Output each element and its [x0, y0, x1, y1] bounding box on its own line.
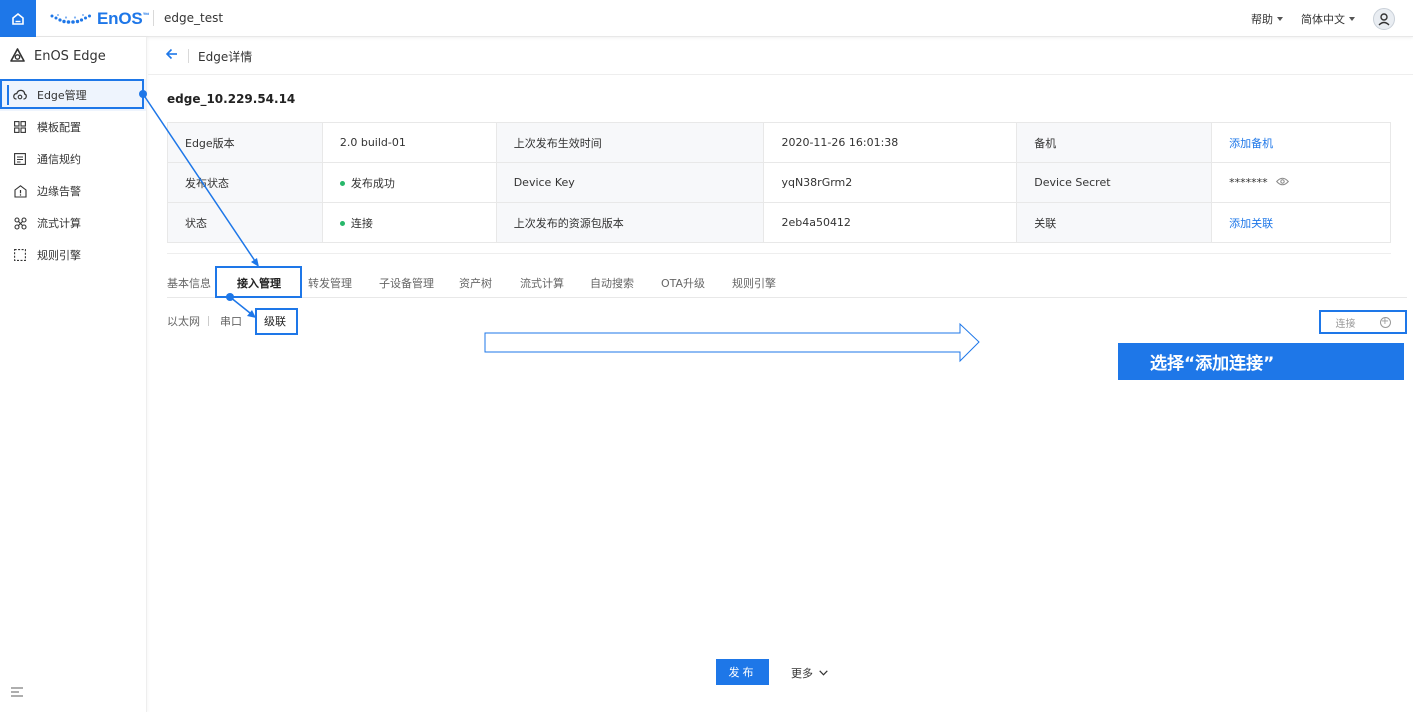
divider: [188, 49, 189, 63]
device-name: edge_10.229.54.14: [167, 92, 296, 106]
resource-version-label: 上次发布的资源包版本: [495, 202, 765, 243]
tab-ota-upgrade[interactable]: OTA升级: [661, 275, 705, 291]
tab-basic-info[interactable]: 基本信息: [167, 275, 211, 291]
publish-status-cell: 发布成功: [321, 162, 497, 203]
sidebar-item-label: 边缘告警: [37, 185, 81, 198]
more-button[interactable]: 更多: [791, 665, 828, 681]
stream-icon: [13, 216, 27, 230]
sidebar-item-label: 通信规约: [37, 153, 81, 166]
sidebar-item-template-config[interactable]: 模板配置: [0, 111, 146, 143]
sidebar-item-rule-engine[interactable]: 规则引擎: [0, 239, 146, 271]
help-menu[interactable]: 帮助: [1251, 11, 1283, 27]
sidebar-item-stream-compute[interactable]: 流式计算: [0, 207, 146, 239]
alarm-icon: [13, 184, 27, 198]
publish-button[interactable]: 发布: [716, 659, 769, 685]
add-connection-button[interactable]: 连接 +: [1319, 310, 1407, 334]
status-dot-icon: [339, 221, 345, 226]
sidebar-title-text: EnOS Edge: [34, 48, 106, 64]
state-value: 连接: [350, 216, 373, 230]
standby-label: 备机: [1016, 122, 1213, 163]
divider: [208, 316, 209, 326]
subtab-ethernet[interactable]: 以太网: [167, 313, 200, 329]
language-label: 简体中文: [1301, 12, 1345, 26]
enos-logo[interactable]: EnOS™: [49, 8, 150, 30]
user-icon: [1378, 12, 1390, 26]
edge-version-label: Edge版本: [167, 122, 323, 163]
rule-icon: [13, 248, 27, 262]
status-dot-icon: [339, 181, 345, 186]
edge-logo-icon: [10, 48, 25, 62]
resource-version-value: 2eb4a50412: [763, 202, 1018, 243]
publish-status-label: 发布状态: [167, 162, 323, 203]
hollow-arrow-right-icon: [484, 322, 980, 363]
sidebar-item-protocol[interactable]: 通信规约: [0, 143, 146, 175]
last-publish-time-label: 上次发布生效时间: [495, 122, 765, 163]
back-arrow-icon[interactable]: [165, 48, 178, 62]
sidebar-item-label: 流式计算: [37, 217, 81, 230]
publish-status-value: 发布成功: [350, 176, 395, 190]
more-label: 更多: [791, 667, 813, 680]
edge-version-value: 2.0 build-01: [321, 122, 497, 163]
home-button[interactable]: [0, 0, 36, 37]
add-standby-link[interactable]: 添加备机: [1211, 122, 1391, 163]
top-right-menu: 帮助 简体中文: [1251, 0, 1395, 37]
plus-circle-icon: +: [1379, 316, 1391, 328]
sidebar-item-label: 规则引擎: [37, 249, 81, 262]
brand-name: EnOS: [97, 9, 143, 28]
highlight-box-sidebar: [0, 79, 144, 109]
tab-rule-engine[interactable]: 规则引擎: [732, 275, 776, 291]
last-publish-time-value: 2020-11-26 16:01:38: [763, 122, 1018, 163]
add-association-link[interactable]: 添加关联: [1211, 202, 1391, 243]
state-cell: 连接: [321, 202, 497, 243]
collapse-menu-icon[interactable]: [11, 686, 23, 700]
avatar[interactable]: [1373, 7, 1395, 30]
tab-auto-search[interactable]: 自动搜索: [590, 275, 634, 291]
page-title: Edge详情: [198, 50, 253, 64]
tab-forwarding-management[interactable]: 转发管理: [308, 275, 352, 291]
chevron-down-icon: [819, 670, 828, 676]
association-label: 关联: [1016, 202, 1213, 243]
sidebar-item-edge-alarm[interactable]: 边缘告警: [0, 175, 146, 207]
caret-down-icon: [1349, 16, 1355, 21]
sidebar: EnOS Edge Edge管理 模板配置 通信规约 边缘告警 流式计算 规则引…: [0, 37, 147, 712]
language-menu[interactable]: 简体中文: [1301, 11, 1355, 27]
page-header: Edge详情: [148, 37, 1413, 75]
device-secret-label: Device Secret: [1016, 162, 1213, 203]
home-icon: [12, 12, 24, 25]
state-label: 状态: [167, 202, 323, 243]
device-info-table: Edge版本 2.0 build-01 上次发布生效时间 2020-11-26 …: [167, 122, 1391, 243]
add-connection-label: 连接: [1335, 318, 1356, 330]
device-key-value: yqN38rGrm2: [763, 162, 1018, 203]
eye-icon[interactable]: [1275, 176, 1289, 189]
sidebar-item-label: 模板配置: [37, 121, 81, 134]
brand-trademark: ™: [142, 12, 150, 20]
top-bar: EnOS™ edge_test 帮助 简体中文: [0, 0, 1413, 37]
device-key-label: Device Key: [495, 162, 765, 203]
help-label: 帮助: [1251, 12, 1273, 26]
subtab-serial[interactable]: 串口: [220, 313, 242, 329]
table-row: 发布状态 发布成功 Device Key yqN38rGrm2 Device S…: [167, 162, 1391, 203]
tab-stream-compute[interactable]: 流式计算: [520, 275, 564, 291]
divider: [153, 10, 154, 26]
highlight-box-subtab: [255, 308, 298, 335]
document-icon: [13, 152, 27, 166]
logo-mark-icon: [50, 14, 91, 24]
tab-asset-tree[interactable]: 资产树: [459, 275, 492, 291]
device-secret-cell: *******: [1211, 162, 1391, 203]
app-name: edge_test: [164, 11, 224, 25]
highlight-box-tab: [215, 266, 302, 298]
sidebar-title: EnOS Edge: [9, 47, 106, 65]
tab-bar: 基本信息 接入管理 转发管理 子设备管理 资产树 流式计算 自动搜索 OTA升级…: [167, 268, 1407, 298]
annotation-callout: 选择“添加连接”: [1118, 343, 1404, 380]
table-row: Edge版本 2.0 build-01 上次发布生效时间 2020-11-26 …: [167, 122, 1391, 163]
caret-down-icon: [1277, 16, 1283, 21]
tab-subdevice-management[interactable]: 子设备管理: [379, 275, 434, 291]
table-row: 状态 连接 上次发布的资源包版本 2eb4a50412 关联 添加关联: [167, 202, 1391, 243]
info-panel-bottom: [167, 242, 1391, 254]
device-secret-value: *******: [1229, 175, 1268, 189]
grid-icon: [13, 120, 27, 134]
